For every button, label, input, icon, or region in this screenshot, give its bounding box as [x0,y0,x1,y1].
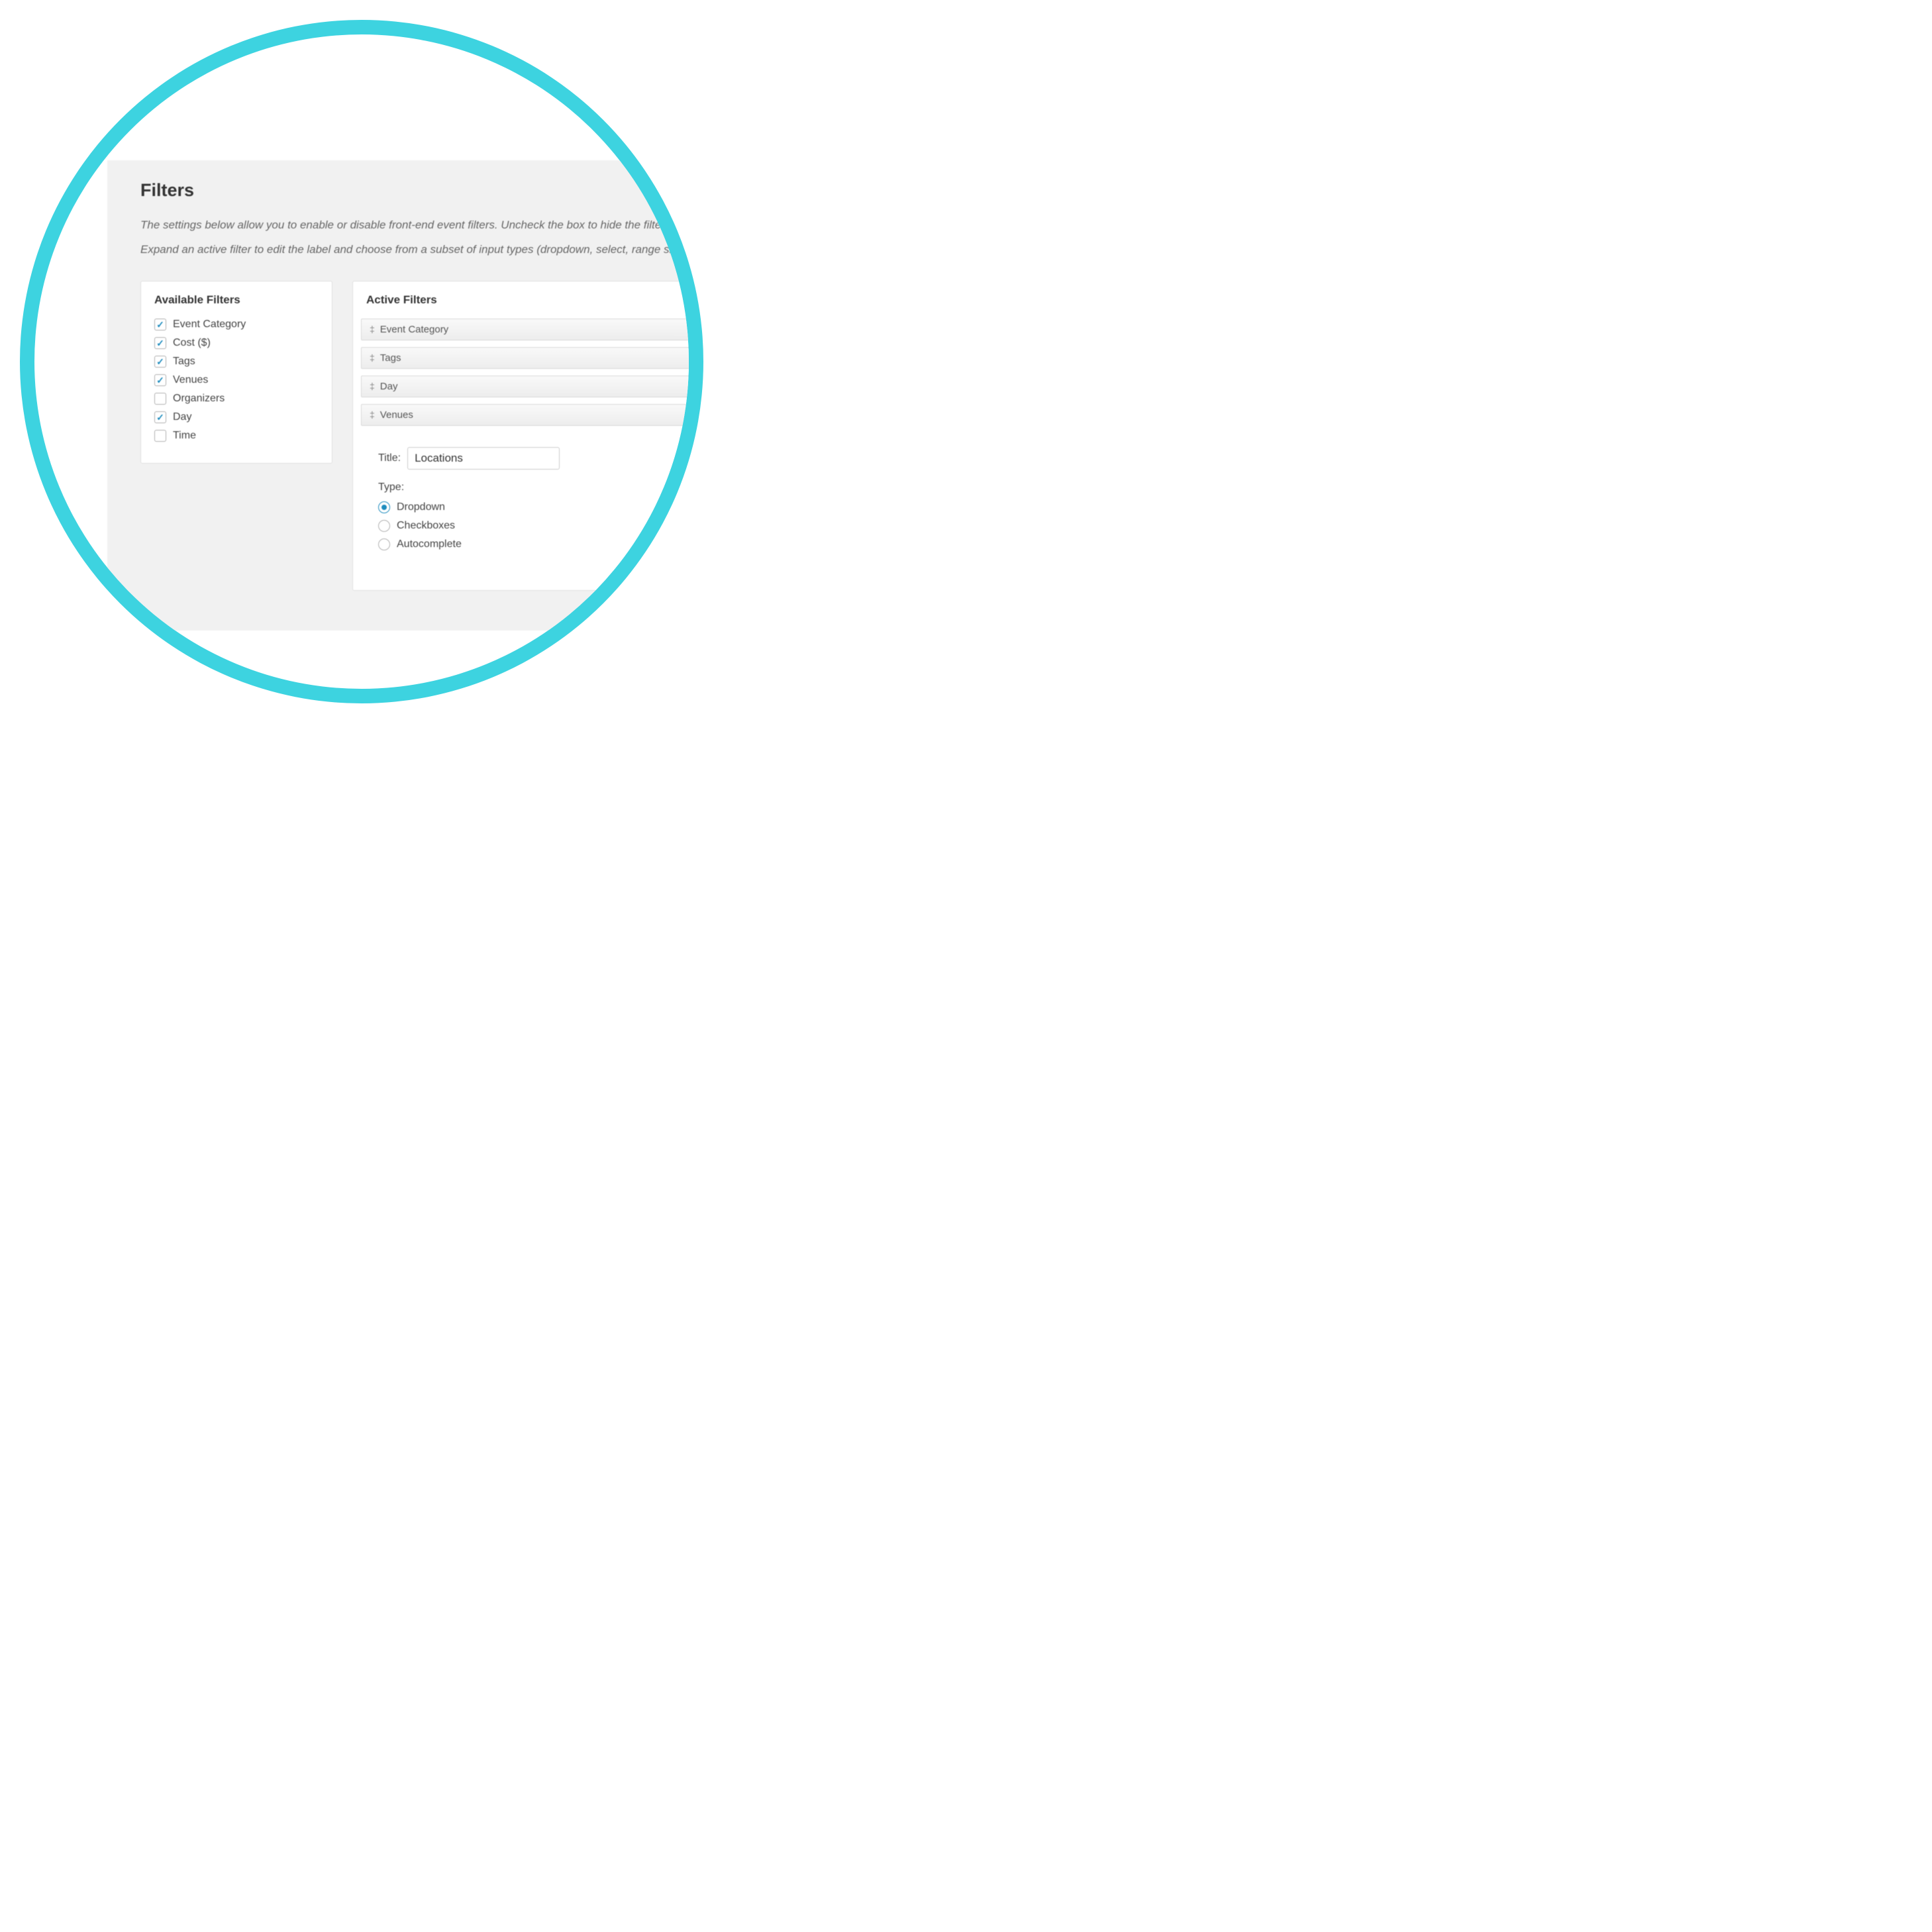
columns: Available Filters Event Category Cost ($)… [140,281,689,591]
drag-handle-icon[interactable]: ‡ [370,353,375,362]
active-filter-label: Venues [380,409,413,421]
filter-checkbox-label: Event Category [173,319,246,330]
description: The settings below allow you to enable o… [140,213,689,262]
available-filter-row: Tags [154,356,319,368]
available-filter-row: Venues [154,374,319,386]
available-filter-row: Cost ($) [154,337,319,349]
type-option-row: Checkboxes [378,520,689,532]
filter-checkbox-label: Venues [173,374,208,386]
filter-checkbox-label: Organizers [173,393,225,405]
available-filter-row: Time [154,430,319,442]
active-filters-box: Active Filters ‡Event Category‡Tags‡Day‡… [352,281,689,591]
title-input[interactable] [407,447,560,470]
description-line-2: Expand an active filter to edit the labe… [140,237,689,262]
available-filters-box: Available Filters Event Category Cost ($)… [140,281,332,464]
type-radio[interactable] [378,501,390,513]
type-radio-label: Autocomplete [397,538,462,550]
drag-handle-icon[interactable]: ‡ [370,381,375,391]
filter-checkbox[interactable] [154,374,166,386]
page-title: Filters [140,180,689,201]
filter-checkbox[interactable] [154,319,166,330]
filter-checkbox[interactable] [154,393,166,405]
available-filters-title: Available Filters [154,293,319,307]
filter-checkbox[interactable] [154,411,166,423]
drag-handle-icon[interactable]: ‡ [370,325,375,334]
active-filter-label: Tags [380,352,401,364]
available-filter-row: Organizers [154,393,319,405]
title-label: Title: [378,452,401,464]
type-radio-label: Checkboxes [397,520,455,532]
filter-checkbox[interactable] [154,356,166,368]
type-radio-label: Dropdown [397,501,445,513]
type-label: Type: [378,482,689,493]
active-filter-label: Day [380,381,398,392]
active-filters-title: Active Filters [353,293,689,307]
filter-checkbox-label: Time [173,430,196,442]
filter-checkbox-label: Day [173,411,191,423]
available-filter-row: Day [154,411,319,423]
active-filter-bar[interactable]: ‡ Tags [361,347,689,369]
circle-frame: Filters The settings below allow you to … [20,20,703,703]
type-option-row: Dropdown [378,501,689,513]
active-filter-bar[interactable]: ‡ Day [361,376,689,397]
filter-checkbox-label: Tags [173,356,195,368]
title-field-row: Title: [378,447,689,470]
active-filter-bar[interactable]: ‡ Event Category [361,319,689,340]
type-option-row: Autocomplete [378,538,689,550]
active-filters-list: ‡ Event Category ‡ Tags ‡ Day ‡ Venues [353,319,689,426]
type-radio[interactable] [378,520,390,532]
active-filter-bar[interactable]: ‡ Venues [361,404,689,426]
type-options: Dropdown Checkboxes Autocomplete [378,501,689,550]
type-radio[interactable] [378,538,390,550]
description-line-1: The settings below allow you to enable o… [140,213,689,237]
filter-checkbox[interactable] [154,430,166,442]
settings-panel: Filters The settings below allow you to … [107,160,689,631]
active-filter-label: Event Category [380,324,448,335]
filter-expanded-panel: Title: Type: Dropdown Checkboxes Autocompl… [353,432,689,564]
filter-checkbox[interactable] [154,337,166,349]
filter-checkbox-label: Cost ($) [173,337,211,349]
available-filter-row: Event Category [154,319,319,330]
drag-handle-icon[interactable]: ‡ [370,410,375,419]
available-filters-list: Event Category Cost ($) Tags Venues Organize… [154,319,319,442]
type-section: Type: Dropdown Checkboxes Autocomplete [378,482,689,550]
inner-circle: Filters The settings below allow you to … [34,34,689,689]
